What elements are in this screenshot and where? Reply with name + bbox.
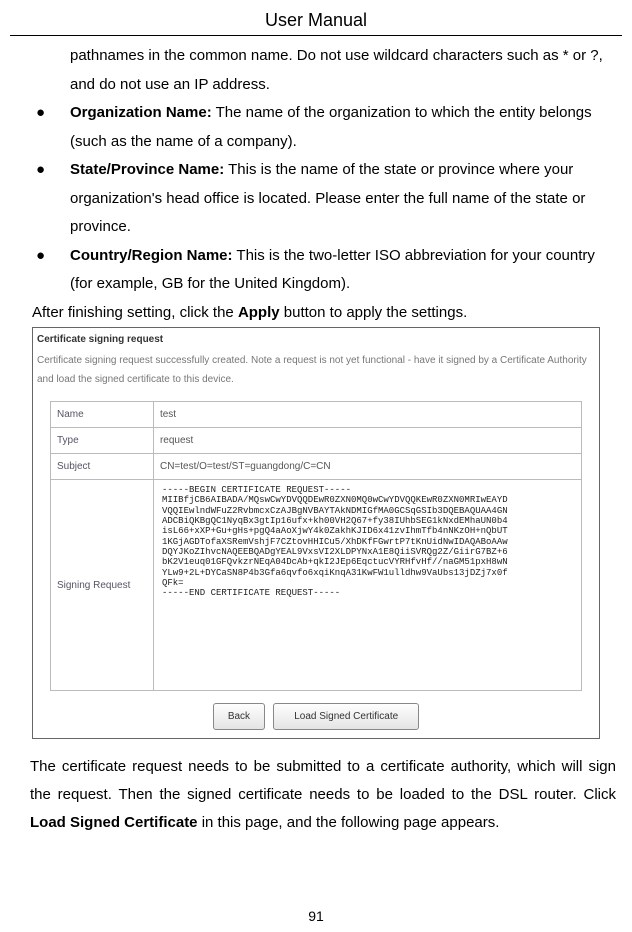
bullet-icon: ● — [36, 242, 70, 299]
bullet-label: State/Province Name: — [70, 161, 224, 178]
intro-continuation: pathnames in the common name. Do not use… — [12, 42, 620, 99]
para-bold: Load Signed Certificate — [30, 814, 198, 831]
bullet-text: State/Province Name: This is the name of… — [70, 156, 620, 242]
certificate-text: -----BEGIN CERTIFICATE REQUEST----- MIIB… — [160, 483, 575, 687]
row-sr-value-cell: -----BEGIN CERTIFICATE REQUEST----- MIIB… — [153, 480, 581, 691]
row-subject-label: Subject — [50, 454, 153, 480]
load-signed-certificate-button[interactable]: Load Signed Certificate — [273, 703, 419, 730]
after-finish-text: After finishing setting, click the Apply… — [12, 299, 620, 328]
bullet-country: ● Country/Region Name: This is the two-l… — [12, 242, 620, 299]
para-pre: The certificate request needs to be subm… — [30, 758, 616, 803]
csr-screenshot: Certificate signing request Certificate … — [32, 327, 600, 739]
row-name-value: test — [153, 402, 581, 428]
csr-title: Certificate signing request — [33, 328, 599, 351]
bullet-label: Organization Name: — [70, 104, 212, 121]
button-row: Back Load Signed Certificate — [33, 695, 599, 738]
table-row: Signing Request -----BEGIN CERTIFICATE R… — [50, 480, 581, 691]
body-content: pathnames in the common name. Do not use… — [10, 42, 622, 836]
row-type-label: Type — [50, 428, 153, 454]
csr-note: Certificate signing request successfully… — [33, 351, 599, 395]
after-post: button to apply the settings. — [280, 304, 468, 321]
table-row: Name test — [50, 402, 581, 428]
bullet-organization: ● Organization Name: The name of the org… — [12, 99, 620, 156]
closing-paragraph: The certificate request needs to be subm… — [12, 739, 620, 836]
after-bold: Apply — [238, 304, 280, 321]
csr-table: Name test Type request Subject CN=test/O… — [50, 401, 582, 691]
page-header: User Manual — [10, 10, 622, 36]
table-row: Type request — [50, 428, 581, 454]
row-sr-label: Signing Request — [50, 480, 153, 691]
bullet-icon: ● — [36, 99, 70, 156]
bullet-text: Country/Region Name: This is the two-let… — [70, 242, 620, 299]
bullet-text: Organization Name: The name of the organ… — [70, 99, 620, 156]
back-button[interactable]: Back — [213, 703, 265, 730]
bullet-label: Country/Region Name: — [70, 247, 233, 264]
para-post: in this page, and the following page app… — [198, 814, 500, 831]
bullet-state: ● State/Province Name: This is the name … — [12, 156, 620, 242]
row-subject-value: CN=test/O=test/ST=guangdong/C=CN — [153, 454, 581, 480]
table-row: Subject CN=test/O=test/ST=guangdong/C=CN — [50, 454, 581, 480]
bullet-icon: ● — [36, 156, 70, 242]
page-number: 91 — [0, 908, 632, 924]
after-pre: After finishing setting, click the — [32, 304, 238, 321]
row-name-label: Name — [50, 402, 153, 428]
row-type-value: request — [153, 428, 581, 454]
